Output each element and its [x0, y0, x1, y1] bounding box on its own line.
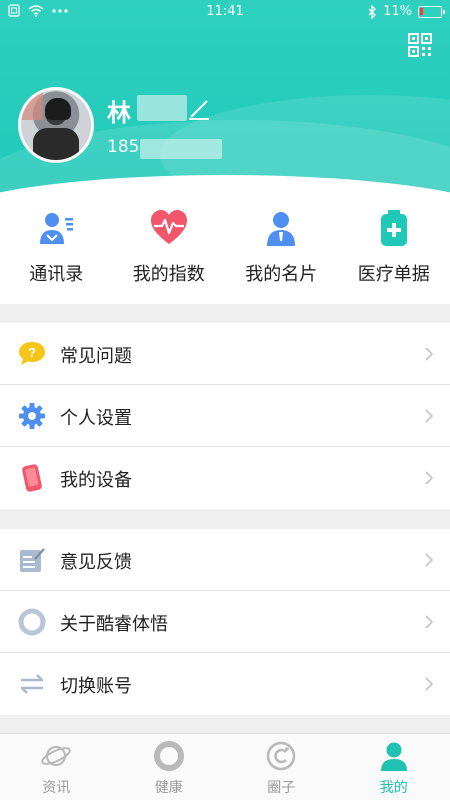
tab-label: 圈子	[267, 780, 296, 796]
menu-item-about[interactable]: 关于酷睿体悟	[0, 591, 450, 653]
quick-action-contacts[interactable]: 通讯录	[0, 200, 113, 304]
faq-icon: ?	[19, 342, 45, 365]
avatar[interactable]	[18, 87, 94, 163]
quick-action-label: 医疗单据	[357, 264, 430, 285]
device-icon	[22, 464, 42, 492]
user-name: 林	[107, 99, 131, 127]
tab-label: 资讯	[42, 780, 71, 796]
menu-item-label: 关于酷睿体悟	[60, 614, 168, 635]
feedback-icon	[20, 548, 45, 572]
battery-icon	[418, 5, 445, 18]
quick-action-medical[interactable]: 医疗单据	[338, 200, 450, 304]
quick-action-label: 通讯录	[29, 264, 84, 285]
chevron-right-icon	[425, 677, 434, 691]
health-ring-icon	[153, 741, 184, 771]
gear-icon	[19, 403, 45, 429]
circle-icon	[267, 741, 296, 771]
menu-group-2: 意见反馈 关于酷睿体悟 切换账号	[0, 529, 450, 715]
tab-mine[interactable]: 我的	[338, 734, 450, 800]
phone-redaction	[140, 139, 222, 159]
tab-news[interactable]: 资讯	[0, 734, 113, 800]
menu-item-label: 个人设置	[60, 408, 132, 429]
chevron-right-icon	[425, 553, 434, 567]
menu-item-label: 常见问题	[60, 346, 132, 367]
menu-item-label: 意见反馈	[60, 552, 132, 573]
planet-icon	[41, 746, 72, 766]
quick-action-index[interactable]: 我的指数	[113, 200, 226, 304]
medical-records-icon	[380, 210, 407, 246]
chevron-right-icon	[425, 409, 434, 423]
quick-actions: 通讯录 我的指数 我的名片 医疗单据	[0, 200, 450, 304]
profile-header: 11:41 11% 林 185	[0, 0, 450, 200]
chevron-right-icon	[425, 471, 434, 485]
menu-item-switch-account[interactable]: 切换账号	[0, 653, 450, 715]
menu-item-feedback[interactable]: 意见反馈	[0, 529, 450, 591]
chevron-right-icon	[425, 347, 434, 361]
edit-icon[interactable]	[187, 97, 211, 121]
menu-item-label: 切换账号	[60, 676, 132, 697]
chevron-right-icon	[425, 615, 434, 629]
menu-group-1: ? 常见问题 个人设置 我的设备	[0, 323, 450, 509]
tab-label: 我的	[379, 780, 408, 796]
heart-rate-icon	[150, 210, 187, 244]
contacts-icon	[40, 213, 74, 244]
user-phone: 185	[107, 137, 140, 157]
quick-action-card[interactable]: 我的名片	[225, 200, 338, 304]
bottom-tab-bar: 资讯 健康 圈子 我的	[0, 733, 450, 800]
tab-health[interactable]: 健康	[113, 734, 226, 800]
tab-label: 健康	[154, 780, 183, 796]
name-redaction	[137, 95, 187, 121]
battery-percent: 11%	[383, 4, 412, 19]
quick-action-label: 我的指数	[132, 264, 205, 285]
bluetooth-icon	[368, 4, 377, 19]
menu-item-label: 我的设备	[60, 470, 132, 491]
status-bar: 11:41 11%	[0, 0, 450, 24]
person-icon	[380, 742, 407, 771]
quick-action-label: 我的名片	[245, 264, 318, 285]
menu-item-faq[interactable]: ? 常见问题	[0, 323, 450, 385]
switch-account-icon	[20, 674, 44, 694]
qr-code-icon[interactable]	[408, 33, 432, 57]
menu-item-device[interactable]: 我的设备	[0, 447, 450, 509]
menu-item-settings[interactable]: 个人设置	[0, 385, 450, 447]
business-card-icon	[267, 212, 296, 246]
about-icon	[18, 608, 46, 636]
tab-circle[interactable]: 圈子	[225, 734, 338, 800]
svg-text:?: ?	[28, 345, 36, 360]
